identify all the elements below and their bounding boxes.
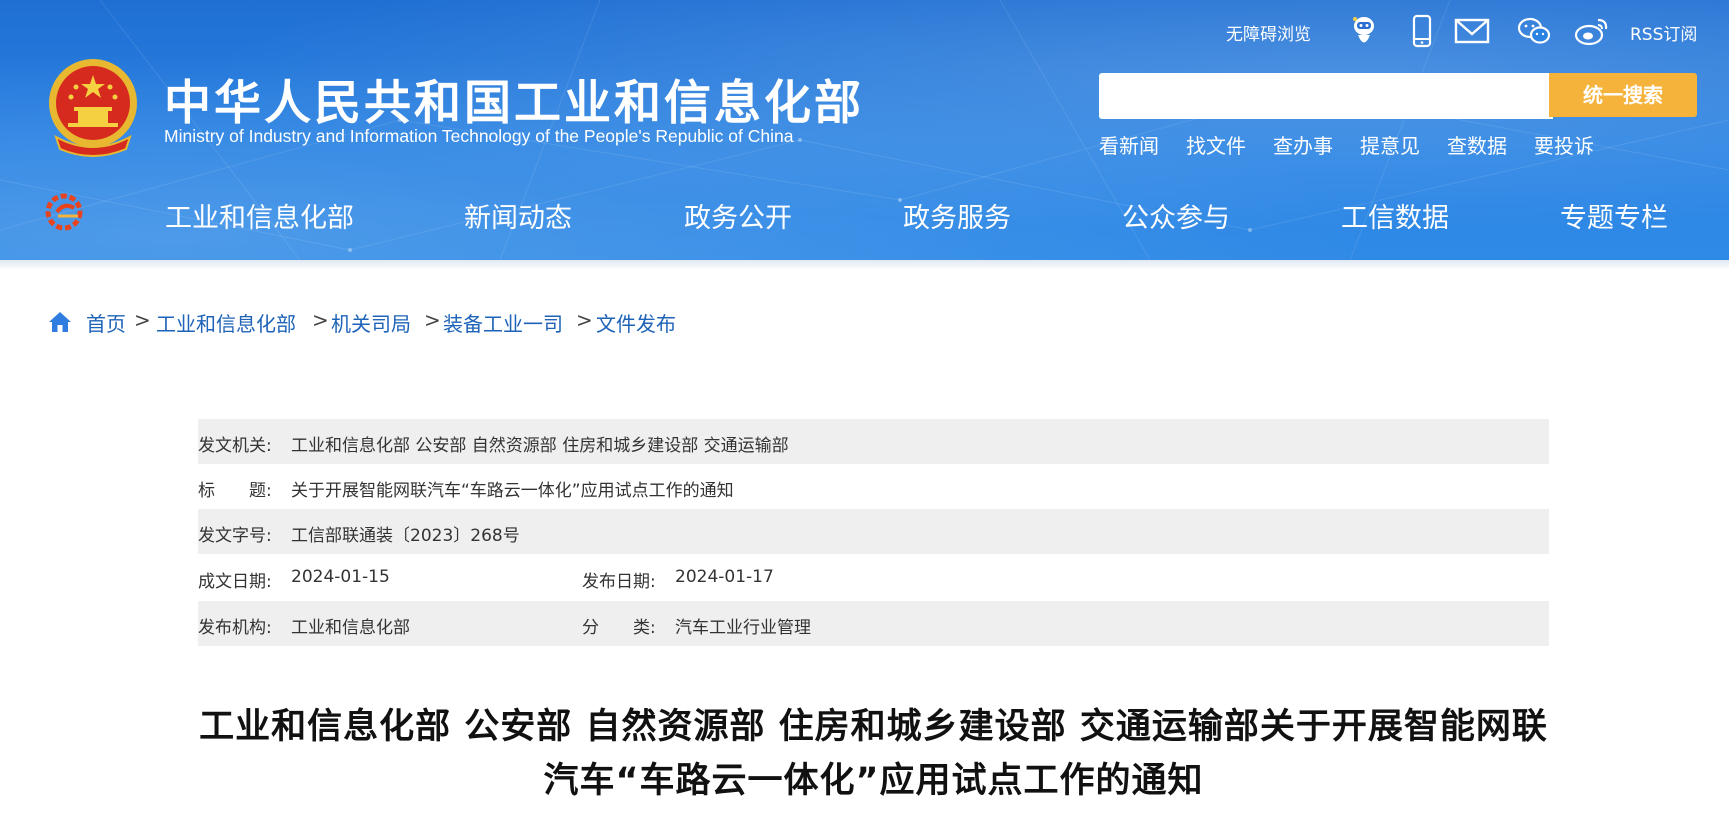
breadcrumb-separator: > bbox=[312, 308, 329, 332]
search-input[interactable] bbox=[1099, 73, 1553, 119]
published-value: 2024-01-17 bbox=[675, 567, 774, 587]
created-label: 成文日期: bbox=[198, 572, 272, 592]
quick-link-data[interactable]: 查数据 bbox=[1447, 130, 1507, 159]
created-value: 2024-01-15 bbox=[291, 567, 390, 587]
document-title-line-2: 汽车“车路云一体化”应用试点工作的通知 bbox=[543, 761, 1204, 801]
org-value: 工业和信息化部 bbox=[291, 618, 410, 638]
site-title[interactable]: 中华人民共和国工业和信息化部 bbox=[164, 64, 864, 133]
nav-item-government-services[interactable]: 政务服务 bbox=[903, 196, 1011, 235]
mobile-icon[interactable] bbox=[1404, 14, 1440, 48]
document-title: 工业和信息化部 公安部 自然资源部 住房和城乡建设部 交通运输部关于开展智能网联… bbox=[198, 700, 1549, 808]
published-label: 发布日期: bbox=[582, 572, 656, 592]
quick-link-files[interactable]: 找文件 bbox=[1186, 130, 1246, 159]
nav-item-public-participation[interactable]: 公众参与 bbox=[1122, 196, 1230, 235]
document-title-line-1: 工业和信息化部 公安部 自然资源部 住房和城乡建设部 交通运输部关于开展智能网联 bbox=[199, 707, 1548, 747]
breadcrumb-equipment-dept[interactable]: 装备工业一司 bbox=[443, 308, 563, 337]
breadcrumb-ministry[interactable]: 工业和信息化部 bbox=[156, 308, 296, 337]
org-label: 发布机构: bbox=[198, 618, 272, 638]
nav-item-news[interactable]: 新闻动态 bbox=[464, 196, 572, 235]
nav-item-ministry[interactable]: 工业和信息化部 bbox=[165, 196, 354, 235]
issuer-value: 工业和信息化部 公安部 自然资源部 住房和城乡建设部 交通运输部 bbox=[291, 436, 789, 456]
breadcrumb-separator: > bbox=[424, 308, 441, 332]
home-icon[interactable] bbox=[48, 310, 72, 334]
meta-row-title: 标 题: 关于开展智能网联汽车“车路云一体化”应用试点工作的通知 bbox=[198, 464, 1549, 509]
breadcrumb-separator: > bbox=[576, 308, 593, 332]
rss-link[interactable]: RSS订阅 bbox=[1630, 20, 1697, 45]
national-emblem-icon bbox=[49, 59, 137, 157]
docno-label: 发文字号: bbox=[198, 526, 272, 546]
title-value: 关于开展智能网联汽车“车路云一体化”应用试点工作的通知 bbox=[291, 481, 734, 501]
category-value: 汽车工业行业管理 bbox=[675, 618, 811, 638]
breadcrumb-file-release[interactable]: 文件发布 bbox=[596, 308, 676, 337]
docno-value: 工信部联通装〔2023〕268号 bbox=[291, 526, 520, 546]
breadcrumb-departments[interactable]: 机关司局 bbox=[331, 308, 411, 337]
title-label: 标 题: bbox=[198, 481, 272, 501]
search-button[interactable]: 统一搜索 bbox=[1549, 73, 1697, 117]
site-header: 中华人民共和国工业和信息化部 Ministry of Industry and … bbox=[0, 0, 1729, 260]
meta-row-issuer: 发文机关: 工业和信息化部 公安部 自然资源部 住房和城乡建设部 交通运输部 bbox=[198, 419, 1549, 464]
quick-link-services[interactable]: 查办事 bbox=[1273, 130, 1333, 159]
robot-icon[interactable] bbox=[1346, 14, 1382, 48]
breadcrumb-separator: > bbox=[134, 308, 151, 332]
miit-logo-icon[interactable] bbox=[44, 190, 88, 234]
category-label: 分 类: bbox=[582, 618, 656, 638]
quick-link-news[interactable]: 看新闻 bbox=[1099, 130, 1159, 159]
issuer-label: 发文机关: bbox=[198, 436, 272, 456]
nav-item-government-affairs[interactable]: 政务公开 bbox=[684, 196, 792, 235]
header-shadow bbox=[0, 260, 1729, 270]
weibo-icon[interactable] bbox=[1574, 14, 1610, 48]
nav-item-topics[interactable]: 专题专栏 bbox=[1560, 196, 1668, 235]
breadcrumb-home[interactable]: 首页 bbox=[86, 308, 126, 337]
main-navigation: 工业和信息化部 新闻动态 政务公开 政务服务 公众参与 工信数据 专题专栏 bbox=[0, 190, 1729, 250]
meta-row-org: 发布机构: 工业和信息化部 分 类: 汽车工业行业管理 bbox=[198, 601, 1549, 646]
nav-item-data[interactable]: 工信数据 bbox=[1341, 196, 1449, 235]
meta-row-dates: 成文日期: 2024-01-15 发布日期: 2024-01-17 bbox=[198, 555, 1549, 600]
quick-link-suggestions[interactable]: 提意见 bbox=[1360, 130, 1420, 159]
mail-icon[interactable] bbox=[1454, 14, 1490, 48]
meta-row-docno: 发文字号: 工信部联通装〔2023〕268号 bbox=[198, 509, 1549, 554]
site-title-english: Ministry of Industry and Information Tec… bbox=[164, 126, 794, 146]
accessibility-link[interactable]: 无障碍浏览 bbox=[1226, 20, 1311, 45]
wechat-icon[interactable] bbox=[1516, 14, 1552, 48]
quick-link-complaints[interactable]: 要投诉 bbox=[1534, 130, 1594, 159]
